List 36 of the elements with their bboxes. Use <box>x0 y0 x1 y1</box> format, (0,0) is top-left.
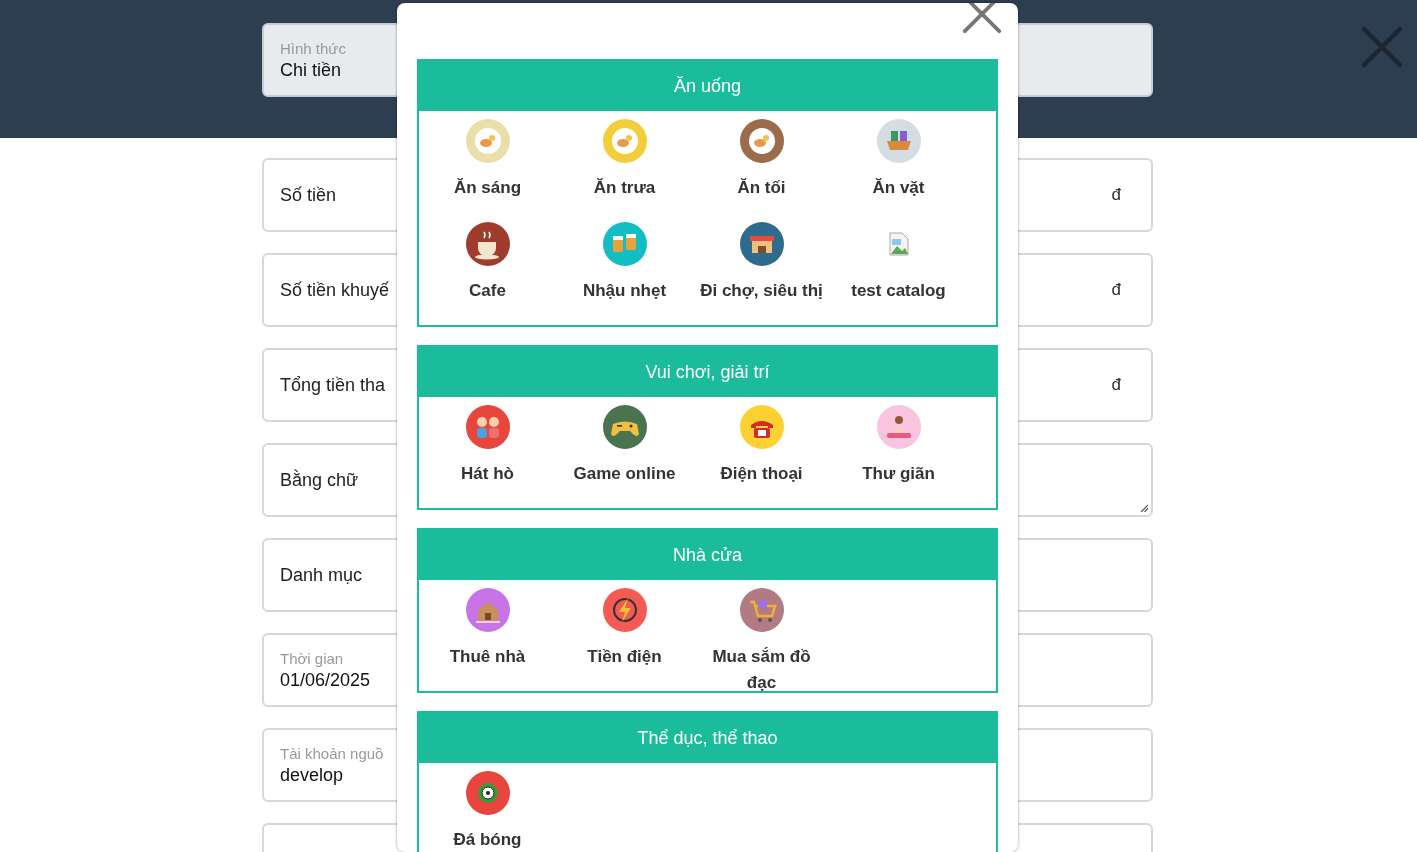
category-item[interactable]: Hát hò <box>419 405 556 508</box>
category-item[interactable]: Mua sắm đồ đạc <box>693 588 830 691</box>
currency-suffix: đ <box>1111 375 1121 395</box>
category-item[interactable]: Cafe <box>419 222 556 325</box>
category-item[interactable]: Điện thoại <box>693 405 830 508</box>
category-item[interactable]: Thuê nhà <box>419 588 556 691</box>
field-value: develop <box>280 764 344 786</box>
field-label: Tổng tiền tha <box>280 374 386 396</box>
category-item[interactable]: Ăn tối <box>693 119 830 222</box>
field-value: Chi tiền <box>280 59 342 81</box>
field-label: Tài khoản nguồ <box>280 744 384 762</box>
field-label: Số tiền <box>280 184 337 206</box>
field-label: Bằng chữ <box>280 469 359 491</box>
close-icon[interactable] <box>961 3 1003 35</box>
category-item[interactable]: Ăn sáng <box>419 119 556 222</box>
group-header: Vui chơi, giải trí <box>419 347 996 397</box>
category-item[interactable]: Nhậu nhẹt <box>556 222 693 325</box>
field-label: Danh mục <box>280 564 363 586</box>
category-item[interactable]: Ăn vặt <box>830 119 967 222</box>
category-item[interactable]: Ăn trưa <box>556 119 693 222</box>
field-value: 01/06/2025 <box>280 669 371 691</box>
category-item[interactable]: Tiền điện <box>556 588 693 691</box>
category-item[interactable]: Game online <box>556 405 693 508</box>
category-item[interactable]: test catalog <box>830 222 967 325</box>
field-label: Thời gian <box>280 649 344 667</box>
field-label: Số tiền khuyế <box>280 279 390 301</box>
category-item[interactable]: Đi chợ, siêu thị <box>693 222 830 325</box>
category-item[interactable]: Thư giãn <box>830 405 967 508</box>
group-header: Ăn uống <box>419 61 996 111</box>
currency-suffix: đ <box>1111 185 1121 205</box>
resize-handle-icon[interactable] <box>1140 504 1149 513</box>
group-header: Thể dục, thể thao <box>419 713 996 763</box>
category-item[interactable]: Đá bóng <box>419 771 556 852</box>
group-header: Nhà cửa <box>419 530 996 580</box>
currency-suffix: đ <box>1111 280 1121 300</box>
field-label: Hình thức <box>280 39 346 57</box>
